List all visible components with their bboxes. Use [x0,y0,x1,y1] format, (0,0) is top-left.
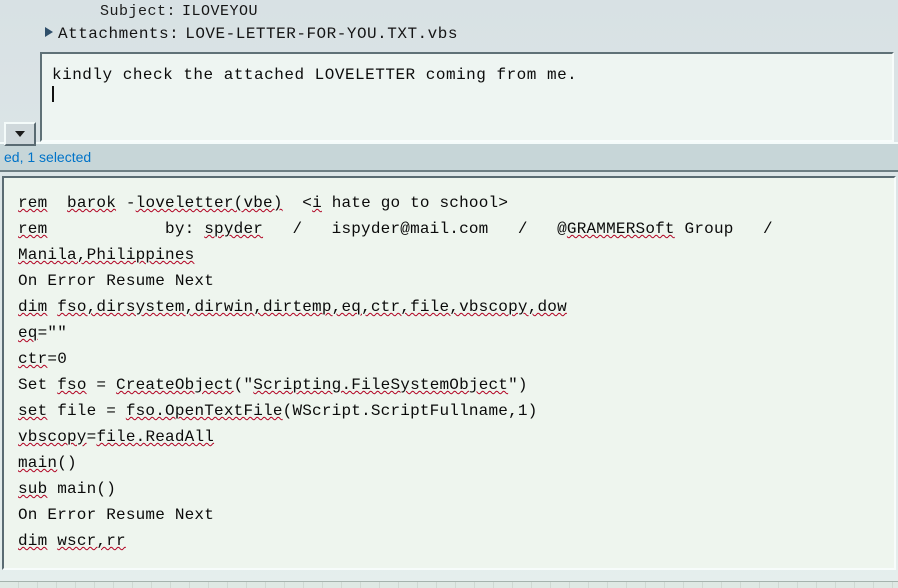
attachments-row[interactable]: Attachments: LOVE-LETTER-FOR-YOU.TXT.vbs [0,22,898,46]
code-line: ctr=0 [18,346,884,372]
subject-label: Subject: [100,3,176,20]
text-caret [52,86,54,102]
code-line: main() [18,450,884,476]
code-content[interactable]: rem barok -loveletter(vbe) <i hate go to… [4,178,894,558]
code-line: Set fso = CreateObject("Scripting.FileSy… [18,372,884,398]
ruler-bar [0,581,898,588]
email-body-textarea[interactable]: kindly check the attached LOVELETTER com… [40,52,894,142]
dropdown-button[interactable] [4,122,36,146]
attachments-label: Attachments: [58,25,179,43]
code-line: On Error Resume Next [18,268,884,294]
code-line: eq="" [18,320,884,346]
email-header: Subject: ILOVEYOU Attachments: LOVE-LETT… [0,0,898,46]
code-line: dim fso,dirsystem,dirwin,dirtemp,eq,ctr,… [18,294,884,320]
subject-value: ILOVEYOU [182,3,258,20]
attachment-filename[interactable]: LOVE-LETTER-FOR-YOU.TXT.vbs [185,25,458,43]
email-body-text: kindly check the attached LOVELETTER com… [52,66,577,84]
code-line: Manila,Philippines [18,242,884,268]
status-bar: ed, 1 selected [0,142,898,172]
chevron-down-icon [14,130,26,138]
subject-row: Subject: ILOVEYOU [0,0,898,22]
code-line: rem by: spyder / ispyder@mail.com / @GRA… [18,216,884,242]
status-text: ed, 1 selected [4,149,91,165]
expand-arrow-icon[interactable] [44,25,56,43]
code-line: set file = fso.OpenTextFile(WScript.Scri… [18,398,884,424]
code-line: vbscopy=file.ReadAll [18,424,884,450]
email-body-wrap: kindly check the attached LOVELETTER com… [40,52,894,142]
code-line: On Error Resume Next [18,502,884,528]
code-line: sub main() [18,476,884,502]
code-line: dim wscr,rr [18,528,884,554]
code-pane[interactable]: rem barok -loveletter(vbe) <i hate go to… [2,176,896,570]
code-line: rem barok -loveletter(vbe) <i hate go to… [18,190,884,216]
